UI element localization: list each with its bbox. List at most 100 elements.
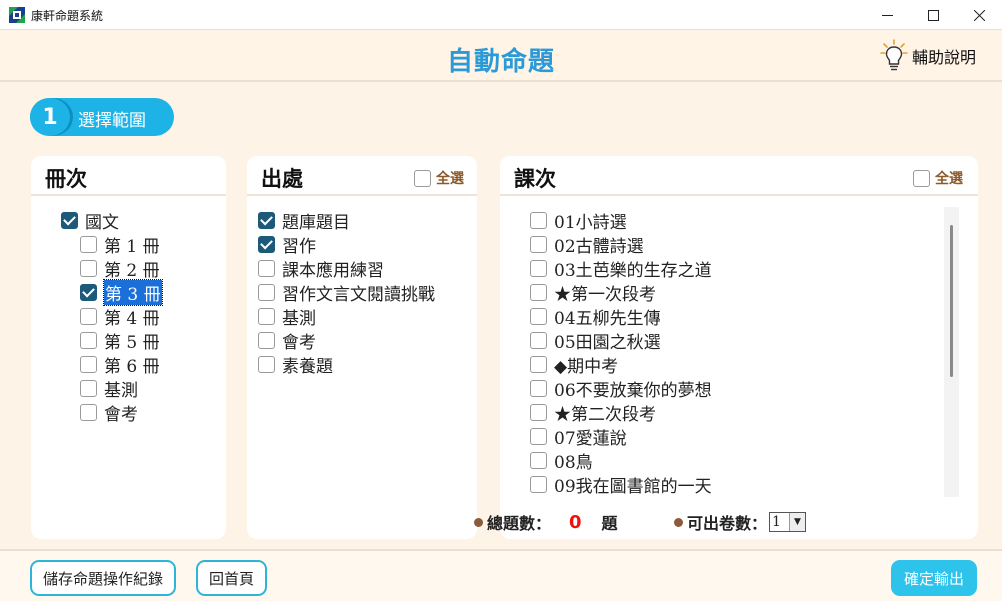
volume-item[interactable]: 第 2 冊 (80, 256, 160, 281)
help-button[interactable]: 輔助說明 (880, 39, 976, 73)
volume-item[interactable]: 基測 (80, 376, 138, 401)
bullet-dot-icon (474, 517, 483, 527)
lesson-checkbox[interactable] (530, 427, 547, 445)
lesson-item[interactable]: 09我在圖書館的一天 (530, 472, 712, 497)
lesson-item[interactable]: ★第一次段考 (530, 280, 656, 305)
lesson-checkbox[interactable] (530, 403, 547, 421)
step-indicator: 1 選擇範圍 (30, 98, 174, 136)
source-checkbox[interactable] (258, 235, 275, 253)
volume-checkbox[interactable] (80, 403, 97, 421)
lesson-label: 02古體詩選 (554, 236, 644, 257)
confirm-output-button[interactable]: 確定輸出 (891, 560, 977, 596)
volume-item[interactable]: 第 3 冊 (80, 278, 163, 306)
lesson-item[interactable]: ◆期中考 (530, 352, 619, 377)
volume-item[interactable]: 第 1 冊 (80, 232, 160, 257)
source-checkbox[interactable] (258, 355, 275, 373)
source-label: 素養題 (282, 356, 333, 377)
source-panel-title: 出處 (261, 167, 303, 191)
source-item[interactable]: 素養題 (258, 352, 333, 377)
volume-label: 第 1 冊 (104, 236, 160, 257)
lesson-checkbox[interactable] (530, 379, 547, 397)
paper-count: 可出卷數： 1 ▼ (674, 510, 807, 534)
lesson-item[interactable]: 03土芭樂的生存之道 (530, 256, 712, 281)
lesson-select-all[interactable]: 全選 (913, 168, 963, 188)
source-checkbox[interactable] (258, 211, 275, 229)
lesson-panel-header: 課次 全選 (500, 156, 978, 196)
lesson-item[interactable]: ★第二次段考 (530, 400, 656, 425)
lesson-item[interactable]: 05田園之秋選 (530, 328, 661, 353)
footer-bar: 儲存命題操作紀錄 回首頁 確定輸出 (0, 549, 1002, 601)
source-item[interactable]: 習作 (258, 232, 316, 257)
home-button[interactable]: 回首頁 (196, 560, 267, 596)
volume-item[interactable]: 第 4 冊 (80, 304, 160, 329)
lesson-checkbox[interactable] (530, 211, 547, 229)
source-panel-header: 出處 全選 (247, 156, 477, 196)
lesson-checkbox[interactable] (530, 259, 547, 277)
window-title: 康軒命題系統 (31, 9, 104, 23)
question-total: 總題數： 0 題 (474, 510, 618, 534)
lesson-scrollbar-thumb[interactable] (950, 225, 953, 377)
volume-root-item[interactable]: 國文 (61, 208, 119, 233)
minimize-icon[interactable] (864, 0, 910, 30)
lesson-checkbox[interactable] (530, 355, 547, 373)
volume-label: 第 4 冊 (104, 308, 160, 329)
papers-label: 可出卷數： (687, 514, 768, 533)
lesson-label: ★第二次段考 (554, 404, 656, 425)
lightbulb-icon (880, 39, 908, 71)
help-label: 輔助說明 (912, 48, 977, 67)
lesson-item[interactable]: 06不要放棄你的夢想 (530, 376, 712, 401)
close-icon[interactable] (956, 0, 1002, 30)
source-checkbox[interactable] (258, 307, 275, 325)
volume-checkbox[interactable] (80, 235, 97, 253)
volume-label: 第 5 冊 (104, 332, 160, 353)
source-item[interactable]: 課本應用練習 (258, 256, 384, 281)
lesson-checkbox[interactable] (530, 283, 547, 301)
volume-checkbox[interactable] (80, 307, 97, 325)
question-count-value: 0 (569, 511, 582, 533)
lesson-item[interactable]: 04五柳先生傳 (530, 304, 661, 329)
source-item[interactable]: 會考 (258, 328, 316, 353)
volume-root-checkbox[interactable] (61, 211, 78, 229)
lesson-label: ◆期中考 (554, 356, 619, 377)
papers-select[interactable]: 1 ▼ (769, 512, 807, 532)
source-checkbox[interactable] (258, 283, 275, 301)
volume-checkbox[interactable] (80, 331, 97, 349)
lesson-select-all-checkbox[interactable] (913, 169, 930, 187)
source-label: 習作 (282, 236, 316, 257)
source-select-all-label: 全選 (436, 171, 464, 187)
volume-checkbox[interactable] (80, 355, 97, 373)
volume-panel-header: 冊次 (31, 156, 226, 196)
volume-checkbox[interactable] (80, 259, 97, 277)
source-item[interactable]: 基測 (258, 304, 316, 329)
lesson-item[interactable]: 02古體詩選 (530, 232, 644, 257)
volume-checkbox[interactable] (80, 379, 97, 397)
source-checkbox[interactable] (258, 259, 275, 277)
page-header: 自動命題 輔助說明 (0, 31, 1002, 82)
volume-label: 第 6 冊 (104, 356, 160, 377)
lesson-checkbox[interactable] (530, 475, 547, 493)
lesson-scrollbar[interactable] (944, 207, 959, 497)
bullet-dot-icon (674, 517, 683, 527)
lesson-item[interactable]: 01小詩選 (530, 208, 627, 233)
maximize-icon[interactable] (910, 0, 956, 30)
source-item[interactable]: 題庫題目 (258, 208, 350, 233)
lesson-checkbox[interactable] (530, 235, 547, 253)
source-checkbox[interactable] (258, 331, 275, 349)
source-select-all[interactable]: 全選 (414, 168, 464, 188)
volume-item[interactable]: 第 6 冊 (80, 352, 160, 377)
volume-item[interactable]: 第 5 冊 (80, 328, 160, 353)
lesson-checkbox[interactable] (530, 451, 547, 469)
lesson-item[interactable]: 07愛蓮說 (530, 424, 627, 449)
lesson-checkbox[interactable] (530, 331, 547, 349)
source-select-all-checkbox[interactable] (414, 169, 431, 187)
lesson-item[interactable]: 08鳥 (530, 448, 593, 473)
lesson-label: 03土芭樂的生存之道 (554, 260, 712, 281)
chevron-down-icon[interactable]: ▼ (789, 513, 806, 531)
source-panel: 出處 全選 題庫題目習作 課本應用練習 習作文言文閱讀挑戰 基測 會考素養題 (247, 156, 477, 539)
lesson-checkbox[interactable] (530, 307, 547, 325)
source-item[interactable]: 習作文言文閱讀挑戰 (258, 280, 435, 305)
save-log-button[interactable]: 儲存命題操作紀錄 (30, 560, 176, 596)
lesson-label: ★第一次段考 (554, 284, 656, 305)
volume-item[interactable]: 會考 (80, 400, 138, 425)
volume-checkbox[interactable] (80, 283, 97, 301)
